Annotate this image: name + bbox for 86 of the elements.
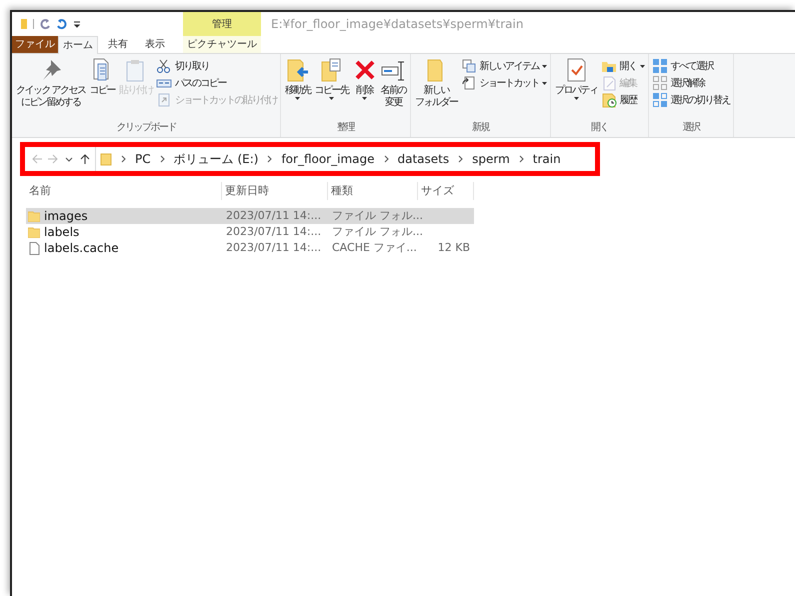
ribbon-button[interactable]: 新しいアイテム: [460, 58, 548, 74]
undo-icon: [56, 18, 68, 30]
chevron-icon: [160, 155, 165, 163]
breadcrumb[interactable]: datasets: [398, 150, 450, 168]
ribbon-button[interactable]: 履歴: [600, 92, 645, 108]
ribbon-button[interactable]: 選択解除: [652, 75, 730, 91]
ribbon-button[interactable]: コピー先: [314, 58, 350, 100]
shortcut-icon: [460, 75, 477, 91]
ribbon-button[interactable]: 移動先: [284, 58, 312, 100]
ribbon-button[interactable]: 切り取り: [156, 58, 278, 74]
caret-icon: [574, 97, 579, 100]
select-all-icon: [652, 58, 668, 74]
breadcrumb[interactable]: for_floor_image: [281, 150, 374, 168]
breadcrumb[interactable]: ボリューム (E:): [174, 150, 258, 168]
modified-date: 2023/07/11 14:...: [226, 224, 322, 238]
ribbon-button[interactable]: 選択の切り替え: [652, 92, 730, 108]
folder-icon: [20, 18, 28, 30]
ribbon-button[interactable]: 新しい フォルダー: [414, 58, 459, 109]
ribbon-tab[interactable]: 共有: [98, 36, 138, 53]
column-header[interactable]: 種類: [328, 182, 418, 200]
breadcrumb[interactable]: sperm: [472, 150, 510, 168]
ribbon-group-label: 新規: [471, 120, 491, 135]
ribbon-group-label: 整理: [336, 121, 356, 135]
history-icon: [600, 92, 617, 108]
scissors-icon: [156, 58, 172, 74]
column-header[interactable]: 名前: [26, 182, 222, 200]
back-icon: [31, 153, 43, 165]
move-to-icon: [286, 58, 310, 82]
new-item-icon: [460, 58, 477, 74]
ribbon-button[interactable]: 開く: [600, 58, 645, 74]
breadcrumb[interactable]: train: [532, 150, 561, 168]
caret-icon: [542, 64, 548, 68]
file-row[interactable]: images 2023/07/11 14:... ファイル フォル...: [26, 208, 474, 224]
modified-date: 2023/07/11 14:...: [226, 240, 322, 254]
ribbon-tab[interactable]: ピクチャツール: [183, 36, 261, 53]
redo-icon: [39, 18, 51, 30]
ribbon-tab[interactable]: 表示: [138, 36, 172, 53]
file-type: ファイル フォル...: [332, 224, 423, 238]
breadcrumb[interactable]: PC: [135, 150, 151, 168]
up-icon: [79, 153, 91, 165]
ribbon-tab[interactable]: ファイル: [12, 36, 58, 53]
folder-icon: [28, 210, 40, 222]
file-name: labels: [44, 224, 80, 241]
caret-icon: [329, 97, 334, 100]
ribbon-button[interactable]: プロパティ: [554, 58, 599, 100]
caret-icon: [362, 97, 368, 100]
file-row[interactable]: labels 2023/07/11 14:... ファイル フォル...: [26, 224, 474, 240]
chevron-icon: [458, 155, 464, 163]
file-row[interactable]: labels.cache 2023/07/11 14:... CACHE ファイ... 12 KB: [26, 240, 474, 256]
ribbon-group-label: クリップボード: [115, 120, 177, 135]
caret-icon: [542, 82, 548, 84]
ribbon-button[interactable]: コピー: [88, 58, 116, 97]
ribbon-button[interactable]: すべて選択: [652, 58, 730, 74]
chevron-icon: [384, 155, 388, 163]
caret-icon: [640, 64, 645, 68]
ribbon-button[interactable]: ショートカット: [460, 75, 548, 91]
column-header[interactable]: サイズ: [418, 182, 474, 200]
paste-shortcut-icon: [156, 92, 172, 108]
modified-date: 2023/07/11 14:...: [226, 208, 322, 222]
ribbon-group-label: 選択: [681, 121, 701, 135]
file-type: ファイル フォル...: [332, 208, 423, 222]
folder-icon: [28, 226, 40, 238]
edit-icon: [600, 75, 617, 91]
select-none-icon: [652, 75, 668, 91]
forward-icon: [47, 153, 59, 165]
invert-selection-icon: [652, 92, 668, 108]
ribbon-group-label: 開く: [590, 121, 609, 135]
ribbon-button[interactable]: パスのコピー: [156, 75, 278, 91]
ribbon-button[interactable]: クイック アクセス にピン留めする: [15, 58, 87, 109]
column-header[interactable]: 更新日時: [222, 182, 328, 200]
chevron-icon: [518, 155, 524, 163]
chevron-icon: [121, 155, 126, 163]
window-title: E:¥for_floor_image¥datasets¥sperm¥train: [271, 16, 524, 33]
ribbon-button[interactable]: 削除: [352, 58, 378, 100]
ribbon-button[interactable]: 名前の 変更: [380, 58, 408, 109]
contextual-tab-header: 管理: [183, 12, 261, 36]
file-icon: [28, 242, 40, 254]
chevron-icon: [267, 155, 272, 163]
folder-icon: [100, 152, 112, 166]
file-name: labels.cache: [44, 240, 119, 257]
file-name: images: [44, 208, 88, 225]
caret-icon: [295, 97, 300, 100]
ribbon-tab[interactable]: ホーム: [58, 36, 98, 54]
file-type: CACHE ファイ...: [332, 240, 417, 254]
delete-icon: [352, 58, 377, 82]
file-size: 12 KB: [438, 240, 470, 254]
